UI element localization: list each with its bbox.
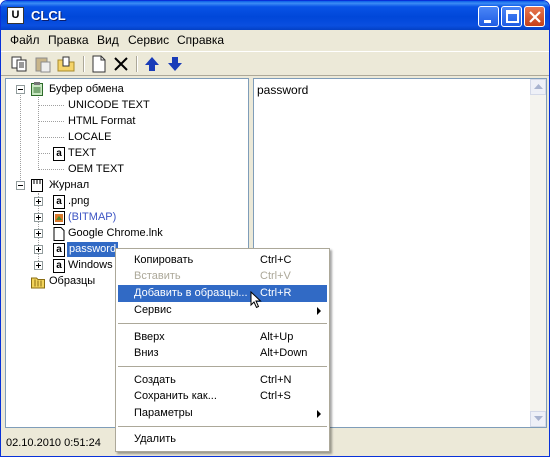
menu-item-delete[interactable]: Удалить [118, 431, 327, 448]
toolbar [1, 51, 549, 76]
scroll-up-button[interactable] [530, 79, 546, 95]
menu-tools[interactable]: Сервис [128, 33, 169, 47]
app-icon[interactable]: U [7, 7, 24, 24]
copy-icon[interactable] [11, 55, 29, 73]
clip-content[interactable]: password [257, 83, 308, 97]
status-timestamp: 02.10.2010 0:51:24 [6, 437, 101, 449]
tree-node-journal[interactable]: Журнал [6, 178, 246, 194]
chevron-down-icon [534, 416, 543, 421]
menu-item-tools[interactable]: Сервис [118, 302, 327, 319]
scroll-down-button[interactable] [530, 411, 546, 427]
paste-icon[interactable] [34, 55, 52, 73]
file-icon [53, 227, 65, 241]
mouse-cursor-icon [250, 291, 262, 309]
tree-label: (BITMAP) [68, 211, 117, 223]
tree-label: Буфер обмена [49, 83, 124, 95]
submenu-arrow-icon [317, 410, 321, 418]
menu-item-save-as[interactable]: Сохранить как... Ctrl+S [118, 388, 327, 405]
expand-toggle[interactable] [34, 197, 43, 206]
expand-toggle[interactable] [34, 229, 43, 238]
chevron-up-icon [534, 84, 543, 89]
menu-separator [118, 426, 327, 427]
vertical-scrollbar[interactable] [530, 79, 546, 427]
tree-label: HTML Format [68, 115, 136, 127]
menu-separator [118, 366, 327, 367]
text-file-icon: a [53, 147, 65, 161]
menu-separator [118, 323, 327, 324]
tree-label: Google Chrome.lnk [68, 227, 163, 239]
tree-label: Образцы [49, 275, 96, 287]
tree-label: UNICODE TEXT [68, 99, 150, 111]
text-file-icon: a [53, 195, 65, 209]
text-file-icon: a [53, 259, 65, 273]
tree-node[interactable]: HTML Format [6, 114, 246, 130]
toolbar-separator [83, 56, 85, 72]
tree-label: Журнал [49, 179, 90, 191]
title-bar[interactable]: U CLCL [1, 1, 549, 30]
menu-item-options[interactable]: Параметры [118, 405, 327, 422]
menu-help[interactable]: Справка [177, 33, 224, 47]
folder-icon[interactable] [57, 55, 75, 73]
menu-view[interactable]: Вид [97, 33, 119, 47]
maximize-icon [506, 10, 519, 23]
tree-node[interactable]: a .png [6, 194, 246, 210]
tree-node[interactable]: UNICODE TEXT [6, 98, 246, 114]
templates-folder-icon [31, 277, 45, 289]
menu-item-paste[interactable]: Вставить Ctrl+V [118, 268, 327, 285]
submenu-arrow-icon [317, 307, 321, 315]
menu-file[interactable]: Файл [10, 33, 40, 47]
close-button[interactable] [524, 6, 545, 27]
tree-node[interactable]: a TEXT [6, 146, 246, 162]
collapse-toggle[interactable] [16, 181, 25, 190]
text-file-icon: a [53, 243, 65, 257]
move-up-icon[interactable] [143, 55, 161, 73]
journal-icon [31, 179, 43, 192]
menu-bar: Файл Правка Вид Сервис Справка [1, 30, 549, 50]
expand-toggle[interactable] [34, 261, 43, 270]
menu-item-move-down[interactable]: Вниз Alt+Down [118, 345, 327, 362]
tree-label: OEM TEXT [68, 163, 125, 175]
clcl-window: U CLCL Файл Правка Вид Сервис Справка Бу… [0, 0, 550, 457]
clipboard-icon [31, 82, 43, 96]
minimize-button[interactable] [478, 6, 499, 27]
delete-icon[interactable] [112, 55, 130, 73]
tree-label: password [67, 242, 119, 257]
toolbar-separator [136, 56, 138, 72]
tree-label: Windows [68, 259, 113, 271]
menu-edit[interactable]: Правка [48, 33, 89, 47]
maximize-button[interactable] [501, 6, 522, 27]
tree-label: TEXT [68, 147, 97, 159]
menu-item-add-to-templates[interactable]: Добавить в образцы... Ctrl+R [118, 285, 327, 302]
new-item-icon[interactable] [90, 55, 108, 73]
collapse-toggle[interactable] [16, 85, 25, 94]
expand-toggle[interactable] [34, 213, 43, 222]
tree-node[interactable]: OEM TEXT [6, 162, 246, 178]
window-title: CLCL [31, 8, 66, 23]
menu-item-move-up[interactable]: Вверх Alt+Up [118, 329, 327, 346]
context-menu: Копировать Ctrl+C Вставить Ctrl+V Добави… [115, 248, 330, 452]
bitmap-icon [53, 211, 65, 225]
tree-node-clipboard[interactable]: Буфер обмена [6, 82, 246, 98]
expand-toggle[interactable] [34, 245, 43, 254]
tree-label: .png [68, 195, 90, 207]
menu-item-create[interactable]: Создать Ctrl+N [118, 372, 327, 389]
minimize-icon [484, 20, 491, 23]
tree-label: LOCALE [68, 131, 112, 143]
move-down-icon[interactable] [166, 55, 184, 73]
tree-node[interactable]: (BITMAP) [6, 210, 246, 226]
close-icon [529, 11, 541, 23]
tree-node[interactable]: Google Chrome.lnk [6, 226, 246, 242]
tree-node[interactable]: LOCALE [6, 130, 246, 146]
menu-item-copy[interactable]: Копировать Ctrl+C [118, 252, 327, 269]
